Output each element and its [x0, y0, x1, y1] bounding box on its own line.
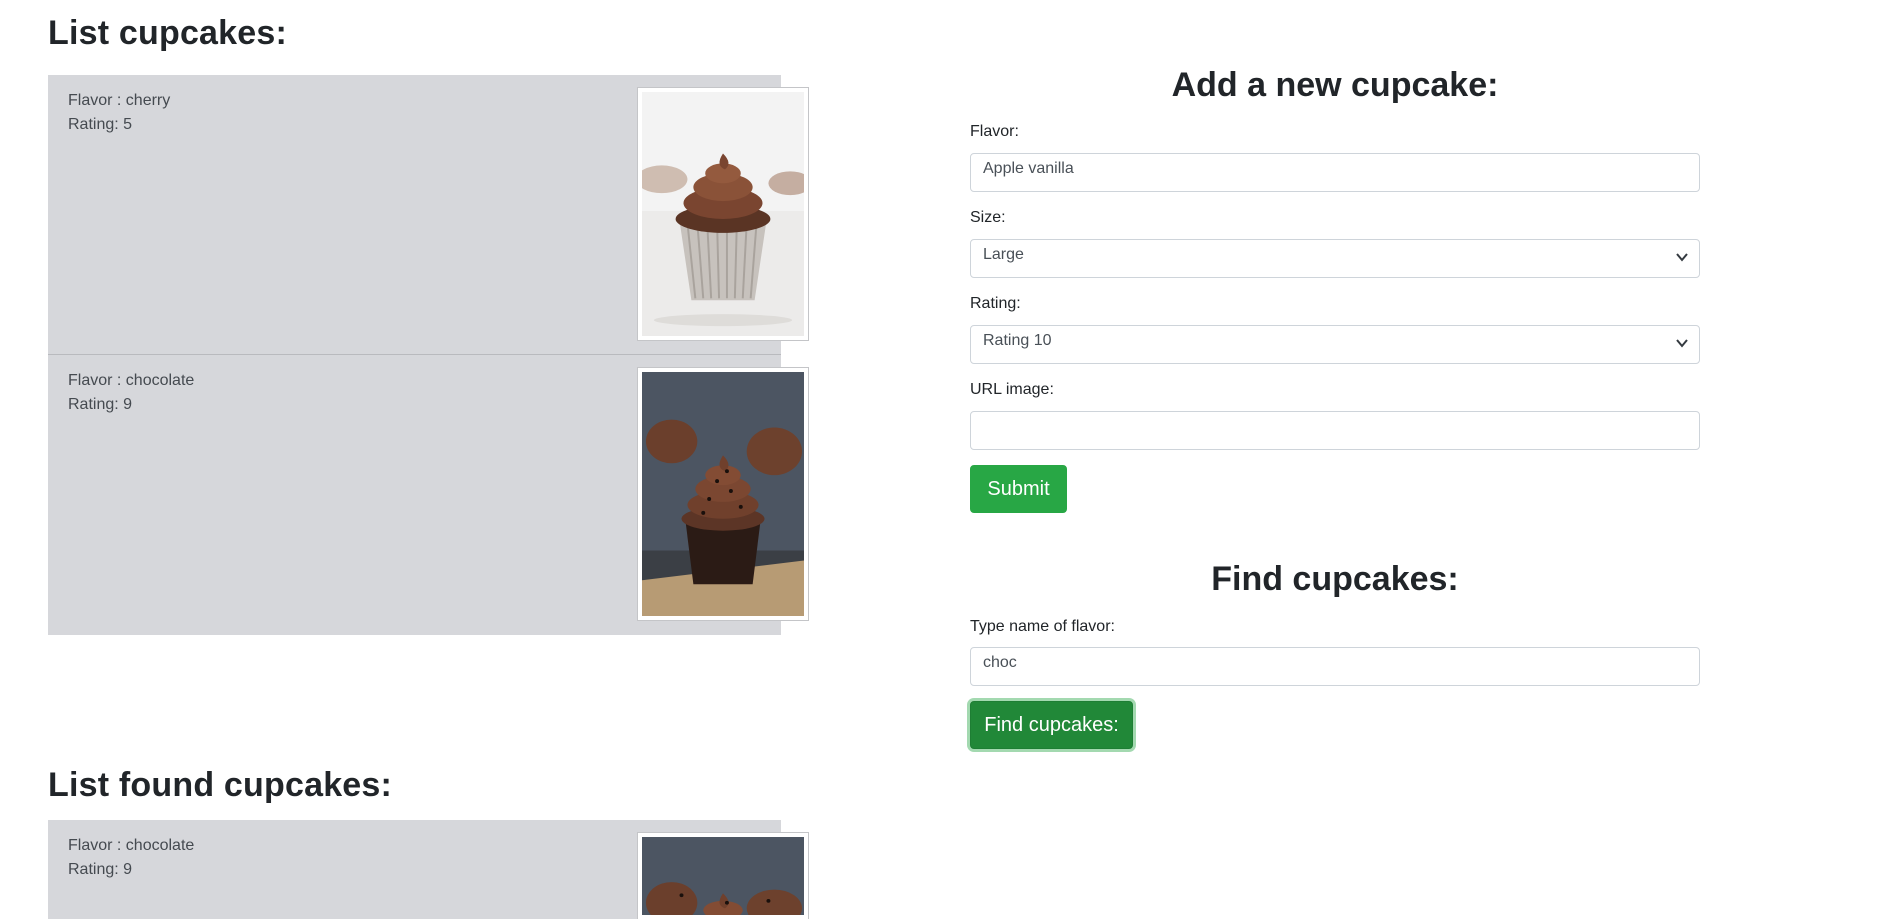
cupcake-flavor: Flavor : chocolate: [68, 837, 195, 854]
cupcake-rating: Rating: 9: [68, 396, 133, 413]
cupcake-rating: Rating: 5: [68, 116, 133, 133]
size-select-value: Large: [983, 246, 1024, 263]
cupcake-image: [637, 832, 809, 919]
rating-select-value: Rating 10: [983, 332, 1052, 349]
flavor-input[interactable]: Apple vanilla: [970, 153, 1700, 192]
url-image-input[interactable]: [970, 411, 1700, 450]
flavor-search-input-value: choc: [983, 654, 1017, 671]
list-item: Flavor : chocolate Rating: 9: [48, 355, 809, 635]
chevron-down-icon: [1676, 253, 1688, 262]
list-item: Flavor : cherry Rating: 5: [48, 75, 809, 355]
rating-select[interactable]: Rating 10: [970, 325, 1700, 364]
cupcake-flavor: Flavor : cherry: [68, 92, 171, 109]
list-found-cupcakes-title: List found cupcakes:: [48, 766, 393, 804]
list-cupcakes-title: List cupcakes:: [48, 14, 288, 52]
flavor-label: Flavor:: [970, 123, 1019, 140]
flavor-input-value: Apple vanilla: [983, 160, 1074, 177]
cupcake-image: [637, 367, 809, 621]
cupcake-flavor: Flavor : chocolate: [68, 372, 195, 389]
rating-label: Rating:: [970, 295, 1021, 312]
flavor-search-label: Type name of flavor:: [970, 618, 1115, 635]
find-cupcakes-button[interactable]: Find cupcakes:: [970, 701, 1133, 749]
size-label: Size:: [970, 209, 1006, 226]
page: List cupcakes: Flavor : cherry Rating: 5: [0, 0, 1892, 919]
cupcake-image: [637, 87, 809, 341]
found-cupcake-list: Flavor : chocolate Rating: 9: [48, 820, 809, 919]
size-select[interactable]: Large: [970, 239, 1700, 278]
chevron-down-icon: [1676, 339, 1688, 348]
cupcake-list: Flavor : cherry Rating: 5 Flavor: choco…: [48, 75, 809, 635]
list-item: Flavor : chocolate Rating: 9: [48, 820, 809, 919]
add-cupcake-title: Add a new cupcake:: [1171, 66, 1499, 104]
cupcake-rating: Rating: 9: [68, 861, 133, 878]
url-image-label: URL image:: [970, 381, 1054, 398]
submit-button[interactable]: Submit: [970, 465, 1067, 513]
find-cupcakes-title: Find cupcakes:: [1211, 560, 1459, 598]
flavor-search-input[interactable]: choc: [970, 647, 1700, 686]
